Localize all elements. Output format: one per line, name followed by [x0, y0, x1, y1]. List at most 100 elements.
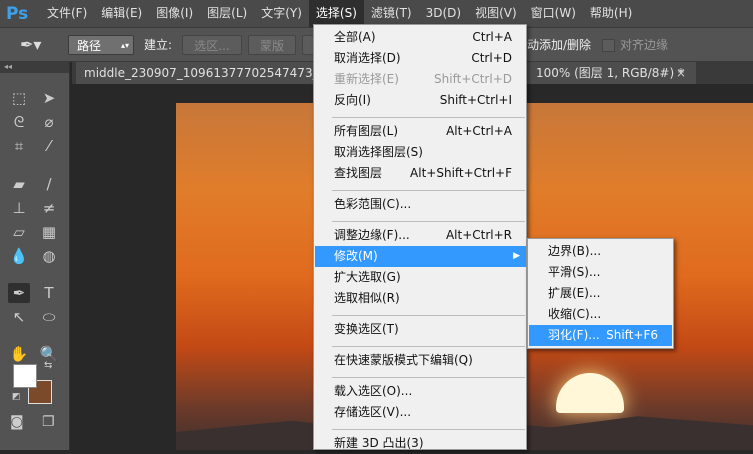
align-edges-checkbox[interactable]: [602, 39, 615, 52]
eraser-tool-icon[interactable]: ▱: [8, 222, 30, 242]
eyedropper-tool-icon[interactable]: ⁄: [38, 136, 60, 156]
menu-item[interactable]: 全部(A) Ctrl+A: [315, 27, 526, 48]
menu-item-label: 色彩范围(C)...: [334, 197, 412, 211]
menu-item-label: 选取相似(R): [334, 291, 400, 305]
menu-item-label: 平滑(S)...: [548, 265, 601, 279]
menu-4[interactable]: 文字(Y): [254, 0, 309, 27]
menu-item-label: 反向(I): [334, 93, 371, 107]
collapse-panel-icon[interactable]: ◂◂: [0, 62, 69, 73]
menu-0[interactable]: 文件(F): [40, 0, 94, 27]
menu-bar: Ps 文件(F) 编辑(E) 图像(I) 图层(L) 文字(Y) 选择(S) 滤镜(T) 3D…: [0, 0, 753, 27]
menu-item[interactable]: 平滑(S)...: [529, 262, 672, 283]
menu-item[interactable]: 变换选区(T): [315, 319, 526, 340]
menu-8[interactable]: 视图(V): [468, 0, 524, 27]
menu-item[interactable]: 边界(B)...: [529, 241, 672, 262]
healing-brush-tool-icon[interactable]: ▰: [8, 174, 30, 194]
menu-10[interactable]: 帮助(H): [583, 0, 639, 27]
menu-1[interactable]: 编辑(E): [94, 0, 149, 27]
menu-item[interactable]: 取消选择图层(S): [315, 142, 526, 163]
menu-item-shortcut: Shift+Ctrl+D: [434, 72, 512, 86]
menu-item[interactable]: 新建 3D 凸出(3): [315, 433, 526, 454]
menu-separator: [332, 429, 525, 430]
move-tool-icon[interactable]: ➤: [38, 88, 60, 108]
menu-6[interactable]: 滤镜(T): [364, 0, 419, 27]
modify-submenu: 边界(B)... 平滑(S)... 扩展(E)... 收缩(C)... 羽化(F)...…: [527, 238, 674, 349]
path-selection-tool-icon[interactable]: ↖: [8, 307, 30, 327]
menu-separator: [332, 190, 525, 191]
ellipse-tool-icon[interactable]: ⬭: [38, 307, 60, 327]
menu-item[interactable]: 存储选区(V)...: [315, 402, 526, 423]
clone-stamp-tool-icon[interactable]: ⊥: [8, 198, 30, 218]
pen-tool-preset-icon[interactable]: ✒▾: [20, 35, 41, 55]
document-title: middle_230907_10961377702547473_cc8: [84, 66, 340, 80]
menu-item[interactable]: 反向(I) Shift+Ctrl+I: [315, 90, 526, 111]
menu-item[interactable]: 取消选择(D) Ctrl+D: [315, 48, 526, 69]
menu-item[interactable]: 查找图层 Alt+Shift+Ctrl+F: [315, 163, 526, 184]
menu-item-label: 在快速蒙版模式下编辑(Q): [334, 353, 473, 367]
menu-item-label: 边界(B)...: [548, 244, 602, 258]
menu-3[interactable]: 图层(L): [200, 0, 254, 27]
align-edges-label: 对齐边缘: [620, 38, 669, 52]
menu-item[interactable]: 选取相似(R): [315, 288, 526, 309]
swap-colors-icon[interactable]: ⇆: [44, 360, 52, 371]
menu-item-shortcut: Alt+Ctrl+A: [446, 124, 512, 138]
menu-item[interactable]: 重新选择(E) Shift+Ctrl+D: [315, 69, 526, 90]
screen-mode-icon[interactable]: ❐: [42, 414, 55, 430]
menu-2[interactable]: 图像(I): [149, 0, 200, 27]
menu-separator: [332, 377, 525, 378]
menu-item[interactable]: 修改(M) ▶: [315, 246, 526, 267]
menu-item-shortcut: Ctrl+A: [472, 30, 512, 44]
menu-item-shortcut: Shift+Ctrl+I: [439, 93, 512, 107]
brush-tool-icon[interactable]: ∕: [38, 174, 60, 194]
tools-panel: ◂◂ ⬚ ➤ ᘓ ⌀ ⌗ ⁄ ▰ ∕ ⊥ ≠ ▱ ▦ 💧 ◍ ✒ T ↖ ⬭ ✋ 🔍 ⇆ ◩ ◙ ❐: [0, 62, 70, 450]
menu-item-label: 载入选区(O)...: [334, 384, 413, 398]
lasso-tool-icon[interactable]: ᘓ: [8, 112, 30, 132]
menu-item-label: 羽化(F)...: [548, 328, 600, 342]
menu-item-shortcut: Alt+Shift+Ctrl+F: [410, 166, 512, 180]
menu-5[interactable]: 选择(S): [308, 0, 364, 27]
menu-item-label: 收缩(C)...: [548, 307, 602, 321]
photoshop-logo: Ps: [6, 3, 29, 24]
foreground-color-swatch[interactable]: [13, 364, 37, 388]
pen-tool-icon[interactable]: ✒: [8, 283, 30, 303]
menu-item-label: 扩大选取(G): [334, 270, 401, 284]
menu-item[interactable]: 载入选区(O)...: [315, 381, 526, 402]
mode-select[interactable]: 路径 ▴▾: [68, 35, 134, 55]
gradient-tool-icon[interactable]: ▦: [38, 222, 60, 242]
blur-tool-icon[interactable]: 💧: [8, 246, 30, 266]
sponge-tool-icon[interactable]: ◍: [38, 246, 60, 266]
auto-add-delete-label: 动添加/删除: [527, 38, 592, 52]
menu-item[interactable]: 扩展(E)...: [529, 283, 672, 304]
history-brush-tool-icon[interactable]: ≠: [38, 198, 60, 218]
menu-item[interactable]: 在快速蒙版模式下编辑(Q): [315, 350, 526, 371]
menu-item[interactable]: 调整边缘(F)... Alt+Ctrl+R: [315, 225, 526, 246]
close-tab-icon[interactable]: ×: [676, 62, 686, 84]
document-zoom-info: 100% (图层 1, RGB/8#) *: [536, 66, 684, 80]
menu-7[interactable]: 3D(D): [419, 0, 468, 27]
menu-separator: [332, 315, 525, 316]
menu-item[interactable]: 羽化(F)... Shift+F6: [529, 325, 672, 346]
quick-mask-icon[interactable]: ◙: [10, 414, 24, 430]
build-label: 建立:: [144, 38, 173, 52]
menu-item-label: 取消选择图层(S): [334, 145, 423, 159]
mode-value: 路径: [77, 39, 102, 53]
default-colors-icon[interactable]: ◩: [12, 392, 21, 402]
menu-item-shortcut: Shift+F6: [606, 328, 658, 342]
submenu-arrow-icon: ▶: [513, 251, 520, 261]
rectangular-marquee-tool-icon[interactable]: ⬚: [8, 88, 30, 108]
selection-button[interactable]: 选区...: [182, 35, 242, 55]
menu-item-shortcut: Alt+Ctrl+R: [445, 228, 512, 242]
quick-selection-tool-icon[interactable]: ⌀: [38, 112, 60, 132]
menu-item-label: 全部(A): [334, 30, 376, 44]
hand-tool-icon[interactable]: ✋: [8, 344, 30, 364]
type-tool-icon[interactable]: T: [38, 283, 60, 303]
crop-tool-icon[interactable]: ⌗: [8, 136, 30, 156]
mask-button[interactable]: 蒙版: [248, 35, 296, 55]
menu-item-label: 所有图层(L): [334, 124, 399, 138]
menu-9[interactable]: 窗口(W): [524, 0, 583, 27]
menu-item[interactable]: 所有图层(L) Alt+Ctrl+A: [315, 121, 526, 142]
menu-item[interactable]: 收缩(C)...: [529, 304, 672, 325]
menu-separator: [332, 117, 525, 118]
menu-item[interactable]: 色彩范围(C)...: [315, 194, 526, 215]
menu-item[interactable]: 扩大选取(G): [315, 267, 526, 288]
